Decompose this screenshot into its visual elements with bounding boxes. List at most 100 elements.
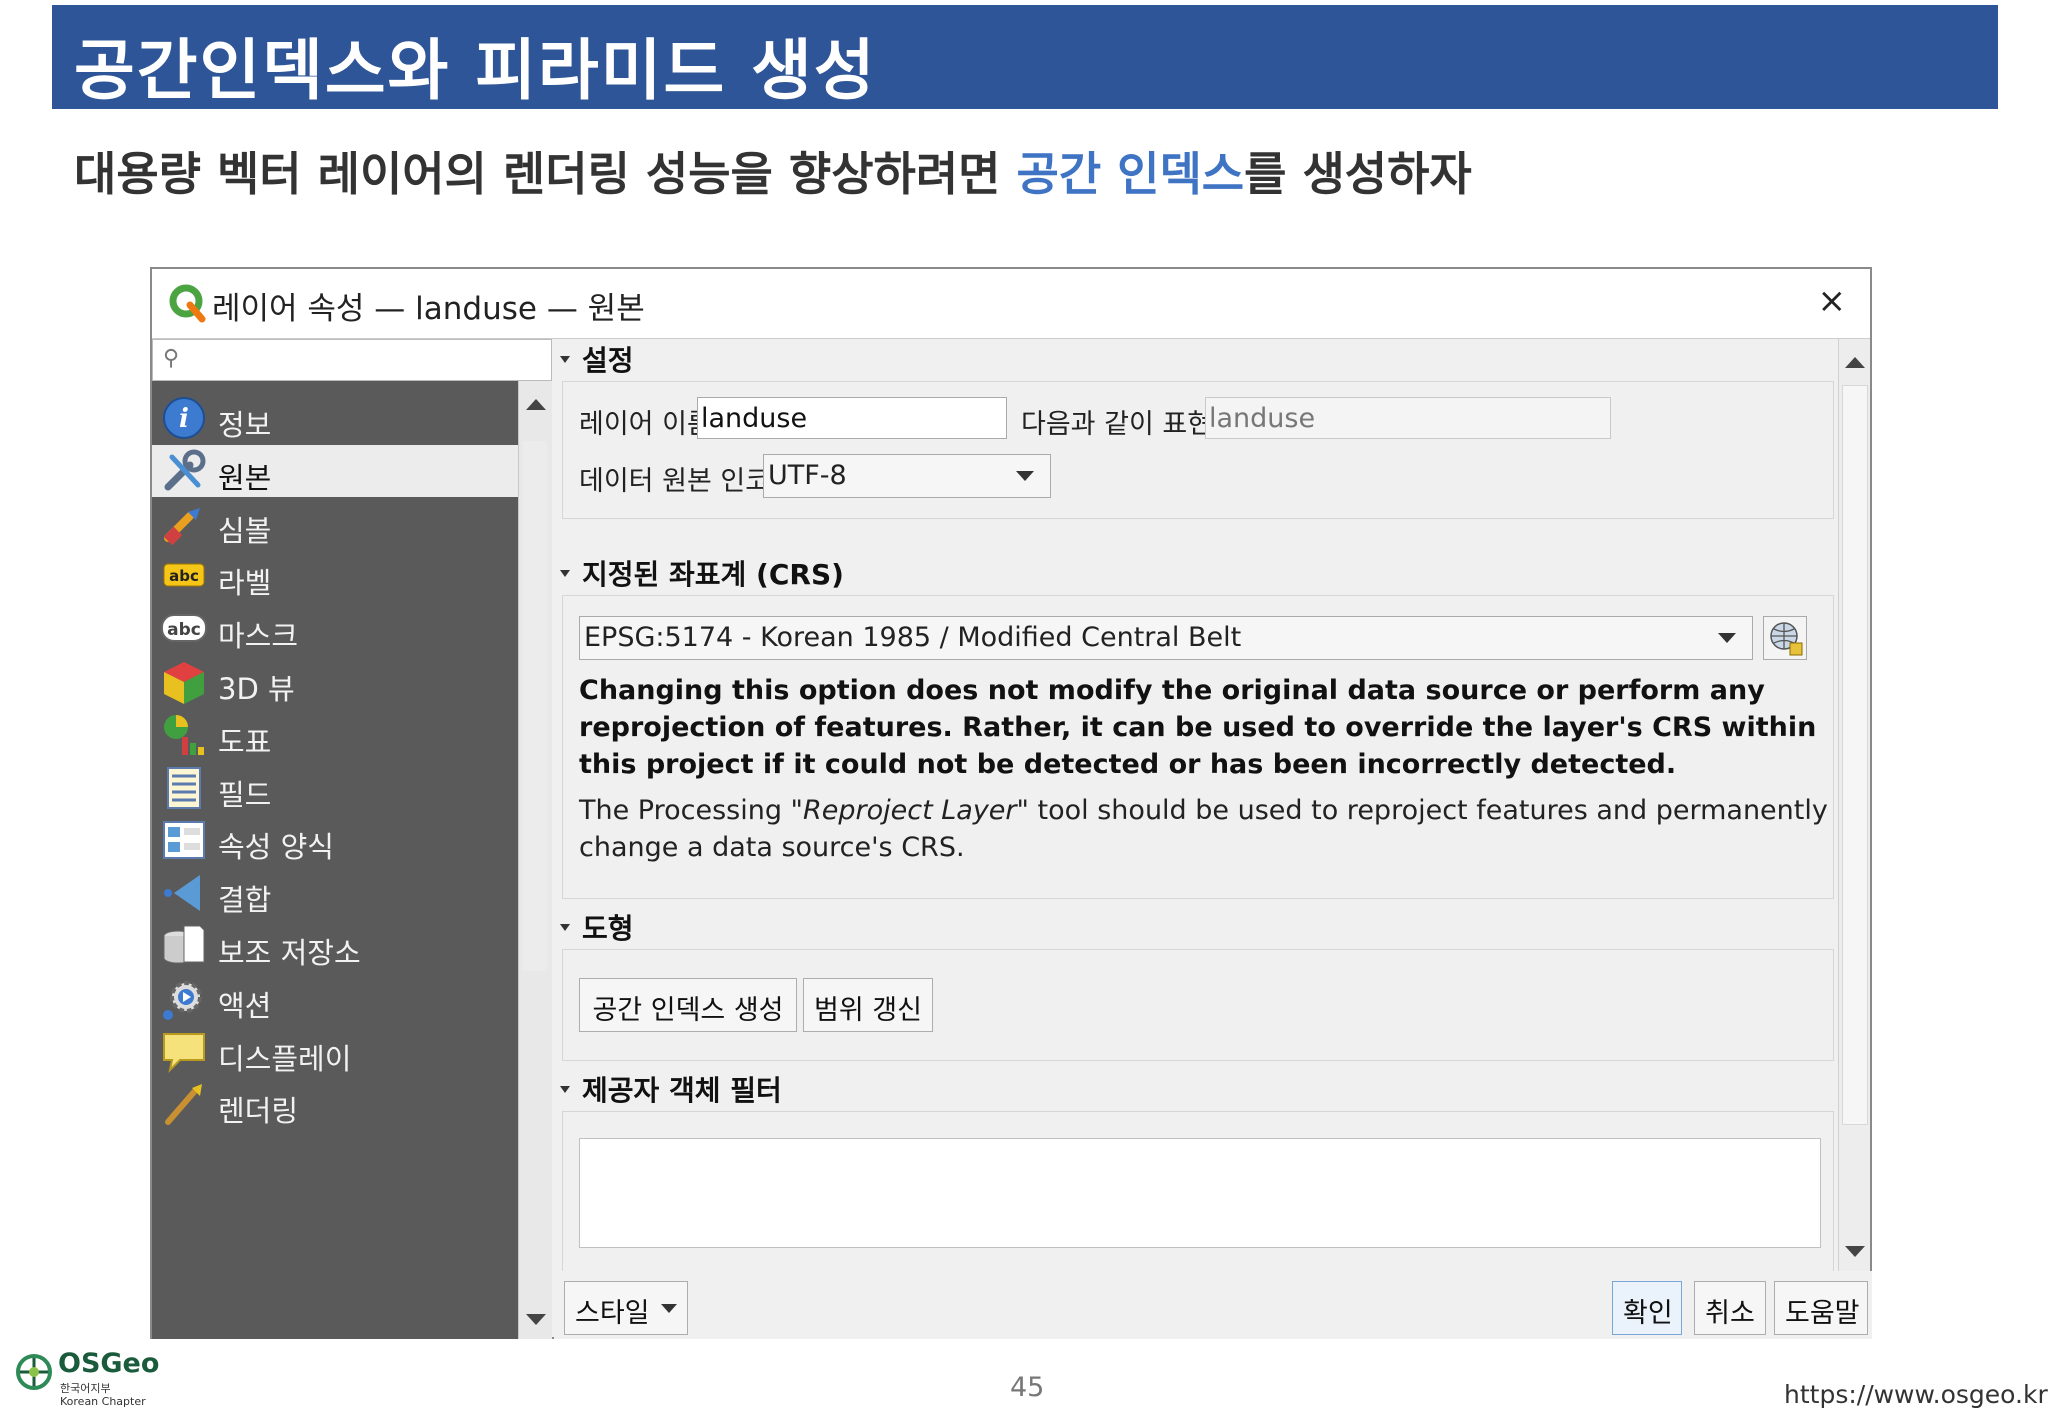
sidebar-item-label: 3D 뷰: [218, 672, 295, 706]
section-crs-header[interactable]: 지정된 좌표계 (CRS): [560, 553, 844, 593]
crs-select[interactable]: EPSG:5174 - Korean 1985 / Modified Centr…: [579, 616, 1753, 660]
osgeo-sub-ko: 한국어지부: [60, 1382, 111, 1395]
help-button[interactable]: 도움말: [1774, 1281, 1868, 1335]
section-title: 제공자 객체 필터: [582, 1074, 782, 1107]
sidebar-item-label: 필드: [218, 777, 272, 812]
sidebar-item-label: 심볼: [218, 513, 272, 548]
scroll-thumb[interactable]: [523, 441, 547, 971]
sidebar-item[interactable]: 3D 뷰: [152, 656, 518, 708]
encoding-value: UTF-8: [768, 460, 847, 491]
sidebar-item-label: 보조 저장소: [218, 936, 361, 970]
sidebar-item[interactable]: i 정보: [152, 392, 518, 444]
sidebar-item-label: 결합: [218, 883, 272, 918]
sidebar-item-label: 정보: [218, 408, 272, 442]
search-icon: ⚲: [163, 346, 180, 371]
chevron-down-icon: [661, 1304, 677, 1313]
slide-title-bar: 공간인덱스와 피라미드 생성: [52, 5, 1998, 109]
osgeo-name: OSGeo: [58, 1348, 160, 1379]
attributes-form-icon: [163, 821, 205, 860]
footer-url[interactable]: https://www.osgeo.kr: [1784, 1380, 2048, 1409]
mask-abc-icon: abc: [161, 614, 207, 643]
section-provider-filter: [562, 1111, 1834, 1271]
sidebar-item[interactable]: 도표: [152, 709, 518, 761]
dialog-title: 레이어 속성 — landuse — 원본: [212, 291, 645, 327]
qgis-logo-icon: [169, 284, 206, 323]
crs-note-pre: The Processing ": [579, 795, 803, 826]
sidebar-item-label: 디스플레이: [218, 1041, 352, 1076]
section-geometry-header[interactable]: 도형: [560, 907, 634, 947]
section-title: 설정: [582, 344, 634, 377]
symbology-brush-icon: [163, 507, 200, 545]
osgeo-sub-en: Korean Chapter: [60, 1395, 146, 1408]
sidebar-item[interactable]: 결합: [152, 867, 518, 919]
scroll-up-icon[interactable]: [1845, 357, 1865, 368]
collapse-arrow-icon: [560, 355, 570, 363]
select-crs-button[interactable]: [1763, 616, 1807, 660]
sidebar-item[interactable]: 디스플레이: [152, 1026, 518, 1078]
dialog-titlebar: 레이어 속성 — landuse — 원본 ×: [152, 269, 1870, 339]
sidebar-item[interactable]: 액션: [152, 973, 518, 1025]
provider-filter-textarea[interactable]: [579, 1138, 1821, 1248]
chevron-down-icon: [1016, 471, 1034, 481]
section-title: 지정된 좌표계 (CRS): [582, 558, 844, 591]
section-provider-filter-header[interactable]: 제공자 객체 필터: [560, 1069, 782, 1109]
collapse-arrow-icon: [560, 923, 570, 931]
sidebar-item[interactable]: 원본: [152, 444, 518, 497]
slide-title: 공간인덱스와 피라미드 생성: [74, 32, 877, 109]
layer-name-field[interactable]: [697, 397, 1007, 439]
scroll-down-icon[interactable]: [526, 1314, 546, 1325]
sidebar-search[interactable]: ⚲: [152, 339, 552, 381]
ok-button[interactable]: 확인: [1612, 1281, 1682, 1335]
sidebar-item-label: 속성 양식: [218, 830, 334, 865]
sidebar-item[interactable]: 보조 저장소: [152, 920, 518, 972]
content-scrollbar[interactable]: [1838, 339, 1870, 1271]
sidebar-item[interactable]: 속성 양식: [152, 814, 518, 866]
sidebar-item[interactable]: abc 라벨: [152, 550, 518, 602]
joins-icon: [164, 875, 200, 912]
section-crs: EPSG:5174 - Korean 1985 / Modified Centr…: [562, 595, 1834, 899]
sidebar-item-label: 액션: [218, 988, 272, 1023]
encoding-select[interactable]: UTF-8: [763, 454, 1051, 498]
globe-icon: [1770, 622, 1803, 656]
crs-note-text: The Processing "Reproject Layer" tool sh…: [579, 792, 1829, 866]
subtitle-text-end: 를 생성하자: [1244, 147, 1472, 201]
scroll-up-icon[interactable]: [526, 399, 546, 410]
section-settings-header[interactable]: 설정: [560, 339, 634, 379]
collapse-arrow-icon: [560, 1085, 570, 1093]
source-tools-icon: [164, 449, 206, 491]
create-spatial-index-button[interactable]: 공간 인덱스 생성: [579, 978, 797, 1032]
sidebar-item[interactable]: 심볼: [152, 498, 518, 550]
info-icon: i: [163, 397, 205, 439]
sidebar: ⚲ i 정보원본심볼 abc 라벨 abc 마스크 3D 뷰 도표필드속성 양식결합보조 저장…: [152, 339, 552, 1339]
sidebar-item[interactable]: 필드: [152, 762, 518, 814]
collapse-arrow-icon: [560, 569, 570, 577]
update-extent-button[interactable]: 범위 갱신: [803, 978, 933, 1032]
fields-icon: [167, 766, 201, 809]
actions-gear-icon: [163, 980, 202, 1020]
subtitle-highlight: 공간 인덱스: [1016, 147, 1245, 201]
dialog-button-bar: 스타일 확인 취소 적용: [554, 1271, 1872, 1339]
displayed-as-field: [1205, 397, 1611, 439]
section-settings: 레이어 이름 다음과 같이 표현됨 데이터 원본 인코딩 UTF-8: [562, 381, 1834, 519]
chevron-down-icon: [1718, 633, 1736, 643]
scroll-down-icon[interactable]: [1845, 1246, 1865, 1257]
search-input[interactable]: [193, 344, 543, 376]
sidebar-scrollbar[interactable]: [518, 381, 552, 1339]
slide-subtitle: 대용량 벡터 레이어의 렌더링 성능을 향상하려면 공간 인덱스를 생성하자: [74, 138, 1472, 204]
close-icon[interactable]: ×: [1818, 281, 1847, 321]
svg-text:i: i: [179, 404, 189, 434]
sidebar-item[interactable]: abc 마스크: [152, 603, 518, 655]
page-number: 45: [1010, 1372, 1045, 1403]
source-panel: 설정 레이어 이름 다음과 같이 표현됨 데이터 원본 인코딩 UTF-8 지정…: [554, 339, 1840, 1271]
3d-cube-icon: [164, 662, 204, 704]
style-menu-button[interactable]: 스타일: [564, 1281, 688, 1335]
layer-name-label: 레이어 이름: [579, 409, 712, 440]
cancel-button[interactable]: 취소: [1694, 1281, 1766, 1335]
sidebar-item-label: 마스크: [218, 619, 299, 654]
scroll-thumb[interactable]: [1842, 385, 1868, 1125]
diagram-icon: [164, 714, 204, 755]
sidebar-item-label: 원본: [218, 460, 272, 495]
crs-value: EPSG:5174 - Korean 1985 / Modified Centr…: [584, 622, 1242, 653]
sidebar-item[interactable]: 렌더링: [152, 1078, 518, 1130]
osgeo-chapter: 한국어지부 Korean Chapter: [60, 1382, 146, 1408]
